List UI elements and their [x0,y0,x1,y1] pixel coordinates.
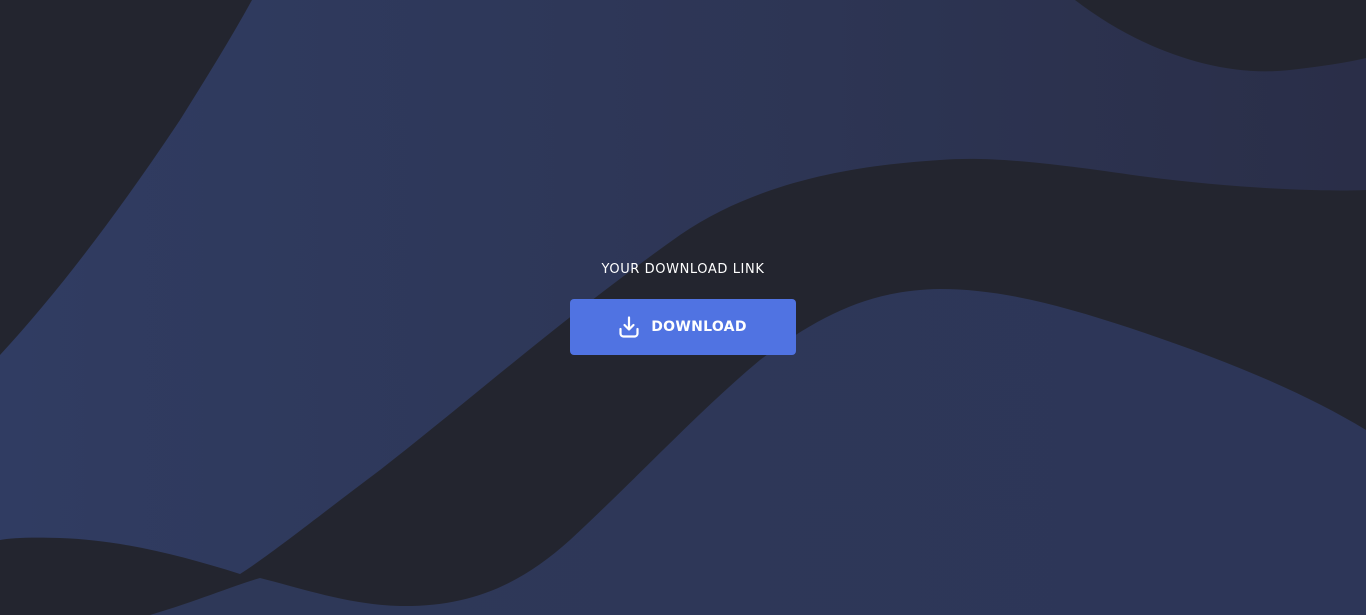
download-link-heading: YOUR DOWNLOAD LINK [601,262,765,277]
download-page: YOUR DOWNLOAD LINK DOWNLOAD [0,0,1366,615]
download-icon [619,315,639,339]
download-panel: YOUR DOWNLOAD LINK DOWNLOAD [0,0,1366,615]
download-button[interactable]: DOWNLOAD [570,299,796,355]
download-button-label: DOWNLOAD [651,319,747,335]
